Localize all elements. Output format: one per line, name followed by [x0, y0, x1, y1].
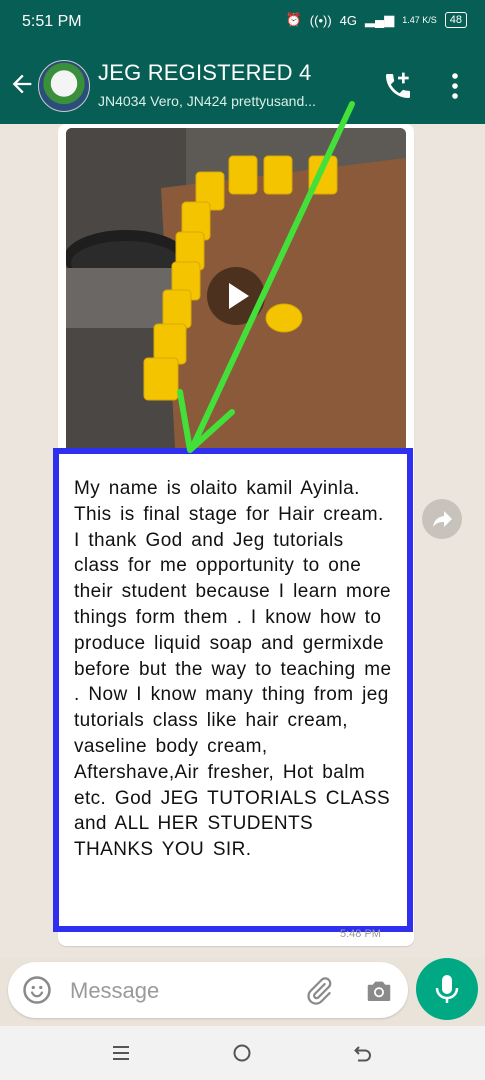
- chat-subtitle[interactable]: JN4034 Vero, JN424 prettyusand...: [98, 93, 363, 109]
- chat-title[interactable]: JEG REGISTERED 4: [98, 60, 311, 86]
- message-time: 5:48 PM: [340, 928, 381, 940]
- recent-apps-icon[interactable]: [110, 1042, 132, 1064]
- mic-button[interactable]: [416, 958, 478, 1020]
- speed-label: 1.47 K/S: [402, 15, 437, 25]
- alarm-icon: ⏰: [285, 12, 302, 27]
- message-caption: My name is olaito kamil Ayinla. This is …: [74, 478, 392, 861]
- back-arrow-icon[interactable]: [8, 70, 36, 98]
- camera-icon[interactable]: [364, 976, 394, 1006]
- mic-icon: [435, 975, 459, 1003]
- more-options-icon[interactable]: [445, 70, 465, 102]
- message-input-bar: [8, 962, 408, 1018]
- status-bar: 5:51 PM ⏰ ((•)) 4G ▂▄▆ 1.47 K/S 48: [0, 0, 485, 46]
- emoji-icon[interactable]: [22, 975, 52, 1005]
- group-avatar[interactable]: [38, 60, 90, 112]
- chat-header: JEG REGISTERED 4 JN4034 Vero, JN424 pret…: [0, 46, 485, 124]
- battery-icon: 48: [444, 12, 467, 28]
- forward-button[interactable]: [422, 499, 462, 539]
- status-time: 5:51 PM: [22, 13, 82, 30]
- status-icons: ⏰ ((•)) 4G ▂▄▆ 1.47 K/S 48: [286, 12, 467, 28]
- forward-icon: [433, 511, 452, 527]
- play-icon[interactable]: [207, 267, 265, 325]
- home-icon[interactable]: [231, 1042, 253, 1064]
- system-nav-bar: [0, 1026, 485, 1080]
- message-input[interactable]: [68, 974, 282, 1008]
- hotspot-icon: ((•)): [309, 12, 332, 28]
- signal-icon: ▂▄▆: [365, 12, 395, 27]
- attach-icon[interactable]: [304, 976, 334, 1006]
- network-label: 4G: [339, 12, 357, 28]
- add-call-icon[interactable]: [382, 70, 414, 102]
- nav-back-icon[interactable]: [352, 1042, 374, 1064]
